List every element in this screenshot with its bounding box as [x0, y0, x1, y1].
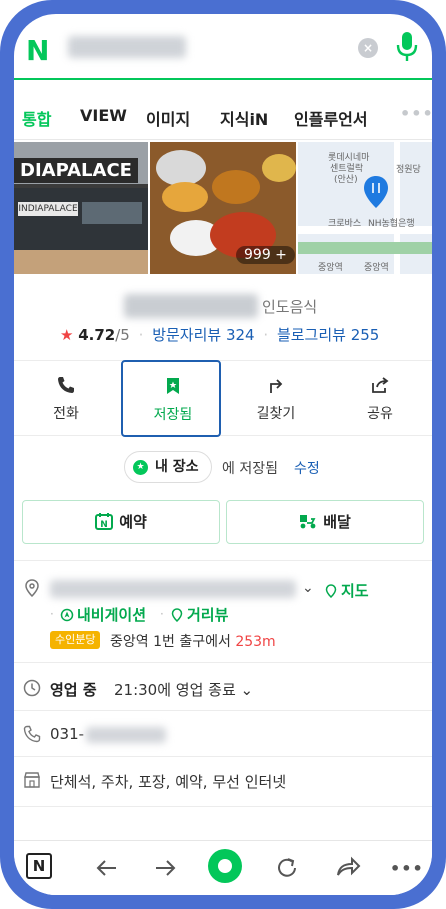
clock-icon — [23, 679, 41, 697]
photo-count-badge: 999 + — [236, 246, 295, 264]
rating-value: 4.72 — [78, 326, 116, 344]
street-view-icon — [171, 608, 183, 622]
blog-reviews-link[interactable]: 블로그리뷰 255 — [277, 326, 379, 344]
back-arrow-icon[interactable] — [90, 851, 124, 885]
map-link[interactable]: 지도 — [324, 580, 369, 601]
saved-label: 저장됨 — [153, 407, 193, 423]
storefront-sign: DIAPALACE — [14, 158, 138, 183]
phone-number[interactable]: 031- — [50, 725, 84, 743]
divider — [14, 756, 432, 757]
directions-icon — [270, 379, 283, 393]
saved-text: 에 저장됨 — [222, 461, 278, 477]
delivery-scooter-icon — [300, 515, 316, 529]
amenities-list: 단체석, 주차, 포장, 예약, 무선 인터넷 — [50, 773, 287, 791]
tab-knowledge-in[interactable]: 지식iN — [220, 106, 268, 130]
divider — [14, 560, 432, 561]
clear-search-button[interactable]: × — [358, 38, 378, 58]
action-bar: 전화 저장됨 길찾기 공유 — [14, 360, 432, 437]
delivery-button[interactable]: 배달 — [226, 500, 424, 544]
map-pin-icon — [325, 584, 337, 598]
storefront-small-sign: INDIAPALACE — [18, 202, 78, 216]
phone-icon — [58, 377, 74, 393]
directions-label: 길찾기 — [256, 406, 296, 422]
visitor-reviews-link[interactable]: 방문자리뷰 324 — [152, 326, 254, 344]
address-redacted[interactable] — [50, 580, 296, 598]
star-badge-icon: ★ — [133, 460, 148, 475]
my-places-pill[interactable]: ★ 내 장소 — [124, 451, 212, 483]
svg-text:N: N — [100, 520, 108, 530]
refresh-icon[interactable] — [270, 851, 304, 885]
microphone-icon[interactable] — [394, 30, 420, 64]
food-photo[interactable]: 999 + — [150, 142, 296, 274]
store-icon — [24, 772, 40, 788]
saved-button[interactable]: 저장됨 — [121, 360, 221, 437]
rating-row: ★ 4.72/5 · 방문자리뷰 324 · 블로그리뷰 255 — [60, 326, 380, 344]
tab-influencer[interactable]: 인플루언서 — [294, 106, 368, 130]
location-pin-icon — [364, 176, 388, 208]
tab-images[interactable]: 이미지 — [146, 106, 190, 130]
chevron-down-icon[interactable]: ⌄ — [302, 580, 314, 596]
photo-strip: DIAPALACE INDIAPALACE 999 + 롯데시네마 센트럴락 (… — [14, 142, 432, 274]
share-label: 공유 — [367, 406, 393, 422]
directions-button[interactable]: 길찾기 — [226, 361, 326, 437]
forward-arrow-icon[interactable] — [148, 851, 182, 885]
booking-button[interactable]: N 예약 — [22, 500, 220, 544]
divider — [14, 806, 432, 807]
tabs-more-button[interactable]: ••• — [400, 104, 432, 123]
search-tabs: 통합 VIEW 이미지 지식iN 인플루언서 ••• — [14, 82, 432, 140]
place-category: 인도음식 — [262, 298, 318, 316]
naver-logo[interactable]: N — [26, 34, 49, 67]
search-bar: N × — [14, 14, 432, 80]
green-dot-home-button[interactable] — [208, 849, 242, 883]
tab-view[interactable]: VIEW — [80, 106, 127, 125]
more-menu-button[interactable]: ••• — [390, 859, 424, 893]
naver-home-button[interactable]: N — [26, 853, 52, 879]
star-icon: ★ — [60, 326, 74, 344]
share-button[interactable]: 공유 — [330, 361, 430, 437]
navigation-icon — [60, 608, 74, 622]
share-arrow-icon[interactable] — [330, 851, 364, 885]
share-icon — [372, 377, 389, 393]
divider — [14, 662, 432, 663]
bookmark-icon — [167, 378, 179, 394]
call-label: 전화 — [53, 406, 79, 422]
divider — [14, 710, 432, 711]
call-button[interactable]: 전화 — [16, 361, 116, 437]
search-query-redacted[interactable] — [68, 36, 186, 58]
business-status: 영업 중 — [50, 681, 97, 699]
phone-outline-icon — [23, 725, 41, 743]
chevron-down-icon: ⌄ — [240, 681, 254, 699]
place-name-redacted[interactable] — [124, 294, 258, 318]
screen: N × 통합 VIEW 이미지 지식iN 인플루언서 ••• DIAPALACE… — [14, 14, 432, 895]
street-view-link[interactable]: 거리뷰 — [170, 604, 228, 625]
location-icon — [25, 579, 39, 597]
edit-link[interactable]: 수정 — [294, 458, 320, 478]
subway-distance: 253m — [235, 634, 276, 650]
tab-integrated[interactable]: 통합 — [22, 106, 51, 130]
bottom-navigation: N ••• — [14, 840, 432, 895]
subway-line-badge: 수인분당 — [50, 631, 101, 649]
phone-number-redacted[interactable] — [86, 727, 166, 743]
map-thumbnail[interactable]: 롯데시네마 센트럴락 (안산) 정원당 크로바스 NH농협은행 중앙역 중앙역 — [298, 142, 432, 274]
rating-max: /5 — [115, 326, 130, 344]
business-hours-toggle[interactable]: 21:30에 영업 종료 ⌄ — [114, 679, 253, 700]
subway-exit-text: 중앙역 1번 출구에서 253m — [110, 634, 276, 650]
calendar-n-icon: N — [95, 513, 114, 530]
navigation-link[interactable]: 내비게이션 — [60, 604, 146, 625]
storefront-photo[interactable]: DIAPALACE INDIAPALACE — [14, 142, 148, 274]
